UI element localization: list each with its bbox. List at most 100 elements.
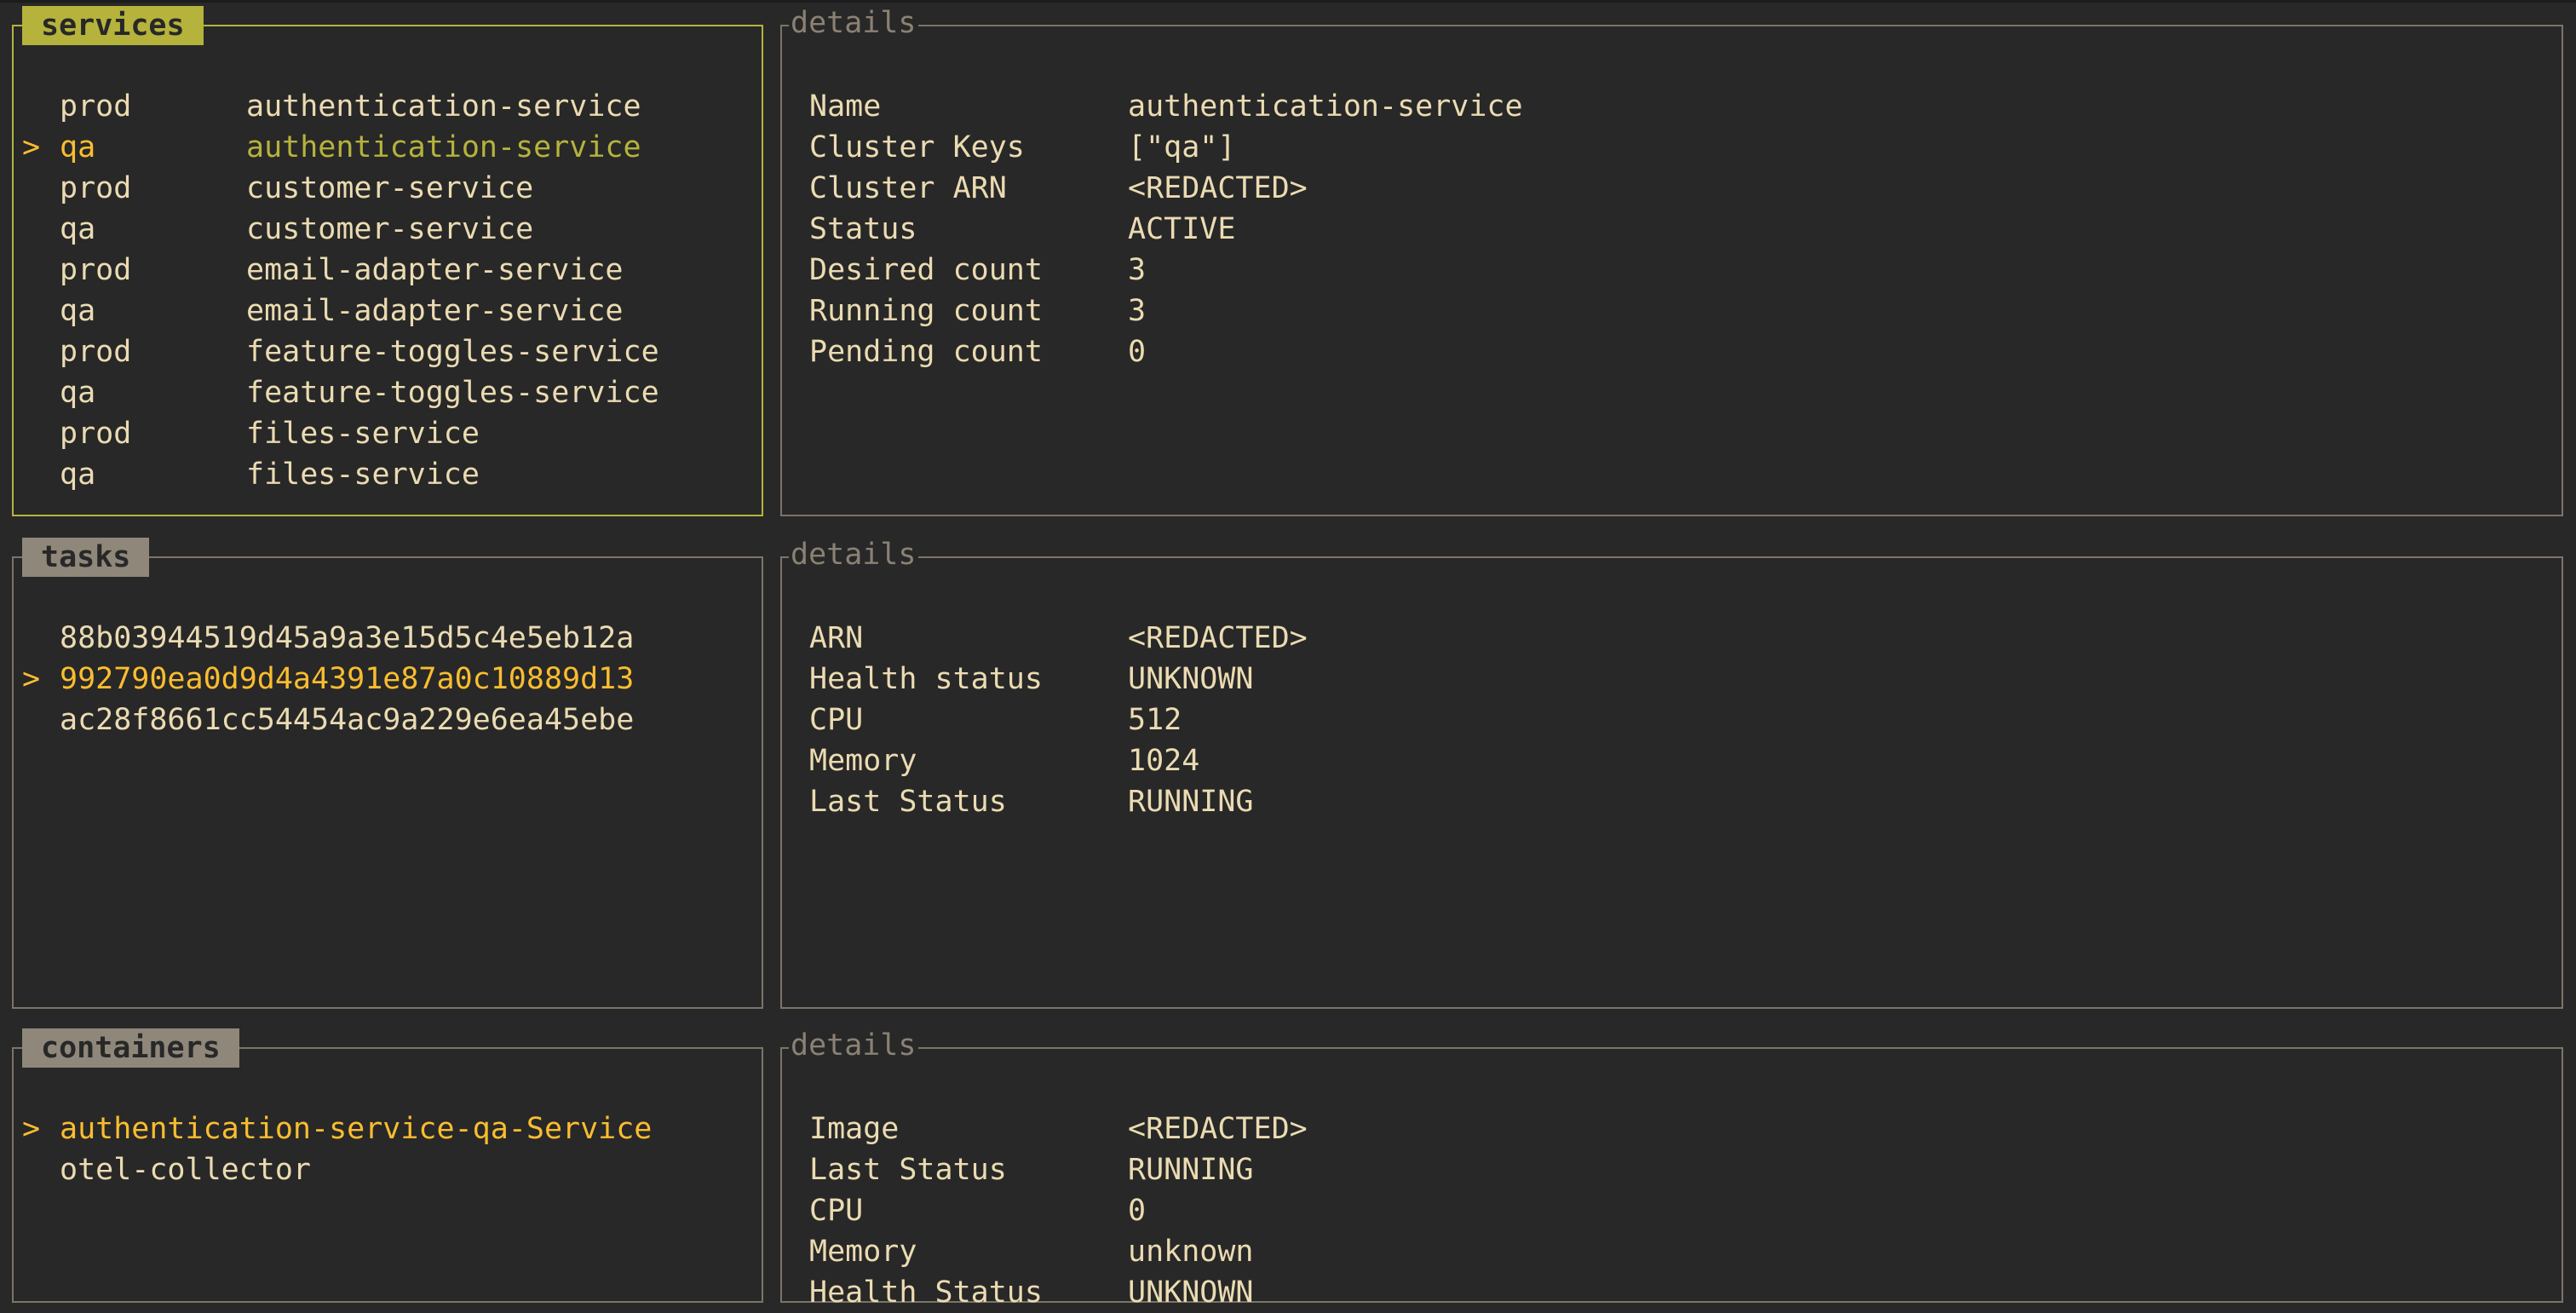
task-detail-value: <REDACTED> — [1128, 621, 1308, 655]
task-detail-row: Memory 1024 — [809, 740, 2562, 781]
service-name: feature-toggles-service — [246, 376, 659, 410]
container-details-list: Image <REDACTED> Last Status RUNNING CPU 0 Mem… — [809, 1109, 2562, 1313]
service-detail-value: <REDACTED> — [1128, 171, 1308, 205]
service-row[interactable]: prod authentication-service — [22, 86, 762, 127]
service-row[interactable]: qa feature-toggles-service — [22, 372, 762, 413]
task-detail-key: CPU — [809, 703, 864, 737]
service-row[interactable]: prod customer-service — [22, 168, 762, 209]
container-detail-value: unknown — [1128, 1235, 1254, 1269]
service-env: qa — [60, 212, 96, 246]
task-id: 88b03944519d45a9a3e15d5c4e5eb12a — [60, 621, 635, 655]
service-details-pane: details Name authentication-service Cluste… — [780, 3, 2563, 516]
service-env: prod — [60, 171, 132, 205]
containers-pane-title: containers — [22, 1028, 239, 1068]
containers-pane[interactable]: containers > authentication-service-qa-Se… — [12, 1028, 763, 1303]
service-detail-value: 0 — [1128, 335, 1147, 369]
service-detail-value: 3 — [1128, 253, 1147, 287]
task-id: ac28f8661cc54454ac9a229e6ea45ebe — [60, 703, 635, 737]
container-detail-row: Memory unknown — [809, 1231, 2562, 1272]
service-name: email-adapter-service — [246, 294, 624, 328]
service-env: qa — [60, 458, 96, 492]
service-name: customer-service — [246, 171, 534, 205]
service-env: qa — [60, 376, 96, 410]
container-row[interactable]: > authentication-service-qa-Service — [22, 1109, 762, 1149]
service-row[interactable]: qa files-service — [22, 454, 762, 495]
container-detail-row: Image <REDACTED> — [809, 1109, 2562, 1149]
container-detail-value: UNKNOWN — [1128, 1276, 1254, 1310]
container-details-pane: details Image <REDACTED> Last Status RUNNIN… — [780, 1025, 2563, 1310]
task-detail-key: ARN — [809, 621, 864, 655]
services-list: prod authentication-service > qa authenticat… — [22, 86, 762, 495]
task-detail-value: RUNNING — [1128, 785, 1254, 819]
container-name: otel-collector — [60, 1153, 312, 1187]
service-env: qa — [60, 294, 96, 328]
service-row[interactable]: qa customer-service — [22, 209, 762, 250]
service-name: files-service — [246, 458, 480, 492]
container-detail-value: <REDACTED> — [1128, 1112, 1308, 1146]
task-details-list: ARN <REDACTED> Health status UNKNOWN CPU 512 M… — [809, 618, 2562, 822]
task-detail-key: Health status — [809, 662, 1043, 696]
service-detail-row: Cluster ARN <REDACTED> — [809, 168, 2562, 209]
selection-marker: > — [22, 662, 41, 696]
service-row[interactable]: prod files-service — [22, 413, 762, 454]
service-details-list: Name authentication-service Cluster Keys ["… — [809, 86, 2562, 372]
task-row[interactable]: ac28f8661cc54454ac9a229e6ea45ebe — [22, 700, 762, 740]
tasks-pane[interactable]: tasks 88b03944519d45a9a3e15d5c4e5eb12a >9… — [12, 538, 763, 1009]
service-detail-key: Running count — [809, 294, 1043, 328]
container-detail-row: Health Status UNKNOWN — [809, 1272, 2562, 1313]
tasks-pane-title: tasks — [22, 538, 150, 577]
service-details-title: details — [789, 3, 918, 43]
service-row[interactable]: prod email-adapter-service — [22, 250, 762, 291]
service-env: prod — [60, 335, 132, 369]
service-detail-key: Status — [809, 212, 917, 246]
service-detail-row: Running count 3 — [809, 291, 2562, 331]
task-detail-row: ARN <REDACTED> — [809, 618, 2562, 659]
service-row[interactable]: qa email-adapter-service — [22, 291, 762, 331]
task-details-pane: details ARN <REDACTED> Health status UNKNOW… — [780, 534, 2563, 1009]
container-detail-key: Memory — [809, 1235, 917, 1269]
task-detail-key: Memory — [809, 744, 917, 778]
service-detail-value: 3 — [1128, 294, 1147, 328]
service-detail-key: Cluster ARN — [809, 171, 1007, 205]
selection-marker: > — [22, 1112, 41, 1146]
service-row[interactable]: > qa authentication-service — [22, 127, 762, 168]
container-detail-value: RUNNING — [1128, 1153, 1254, 1187]
service-detail-value: ACTIVE — [1128, 212, 1236, 246]
services-pane[interactable]: services prod authentication-service > qa au… — [12, 6, 763, 516]
service-name: email-adapter-service — [246, 253, 624, 287]
top-edge — [0, 0, 2576, 3]
container-detail-key: Health Status — [809, 1276, 1043, 1310]
service-detail-value: ["qa"] — [1128, 130, 1236, 164]
service-detail-key: Desired count — [809, 253, 1043, 287]
task-details-title: details — [789, 534, 918, 575]
service-row[interactable]: prod feature-toggles-service — [22, 331, 762, 372]
container-name: authentication-service-qa-Service — [60, 1112, 653, 1146]
task-detail-value: 1024 — [1128, 744, 1200, 778]
service-env: prod — [60, 89, 132, 124]
service-name: files-service — [246, 417, 480, 451]
container-detail-key: Image — [809, 1112, 900, 1146]
task-detail-value: UNKNOWN — [1128, 662, 1254, 696]
container-details-title: details — [789, 1025, 918, 1066]
service-detail-row: Pending count 0 — [809, 331, 2562, 372]
task-detail-row: Health status UNKNOWN — [809, 659, 2562, 700]
service-env: qa — [60, 130, 96, 164]
container-detail-row: Last Status RUNNING — [809, 1149, 2562, 1190]
service-detail-row: Cluster Keys ["qa"] — [809, 127, 2562, 168]
task-row[interactable]: 88b03944519d45a9a3e15d5c4e5eb12a — [22, 618, 762, 659]
task-row[interactable]: >992790ea0d9d4a4391e87a0c10889d13 — [22, 659, 762, 700]
container-row[interactable]: otel-collector — [22, 1149, 762, 1190]
service-detail-key: Cluster Keys — [809, 130, 1025, 164]
selection-marker: > — [22, 130, 41, 164]
task-detail-row: CPU 512 — [809, 700, 2562, 740]
services-pane-title: services — [22, 6, 204, 45]
service-detail-key: Pending count — [809, 335, 1043, 369]
service-detail-value: authentication-service — [1128, 89, 1523, 124]
task-detail-value: 512 — [1128, 703, 1182, 737]
container-detail-value: 0 — [1128, 1194, 1147, 1228]
service-env: prod — [60, 417, 132, 451]
container-detail-key: Last Status — [809, 1153, 1007, 1187]
service-name: customer-service — [246, 212, 534, 246]
service-detail-row: Name authentication-service — [809, 86, 2562, 127]
service-name: authentication-service — [246, 130, 641, 164]
